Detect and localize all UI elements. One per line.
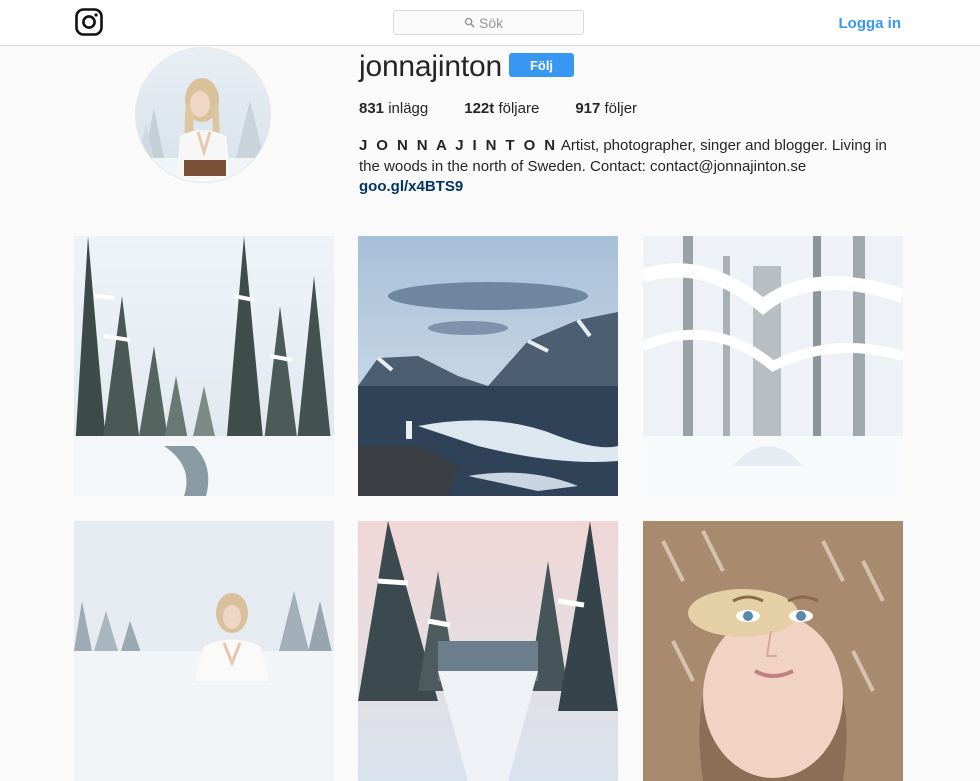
followers-stat[interactable]: 122t följare (464, 100, 539, 117)
posts-label: inlägg (388, 100, 429, 117)
profile-full-name: J O N N A J I N T O N (359, 137, 558, 154)
following-stat[interactable]: 917 följer (575, 100, 637, 117)
followers-label: följare (498, 100, 540, 117)
post-thumbnail[interactable] (358, 236, 618, 496)
follow-button[interactable]: Följ (509, 53, 574, 77)
post-thumbnail[interactable] (643, 521, 903, 781)
following-count: 917 (575, 100, 601, 117)
search-box[interactable] (393, 10, 584, 35)
followers-count: 122t (464, 100, 495, 117)
profile-bio: J O N N A J I N T O N Artist, photograph… (359, 135, 904, 177)
post-thumbnail[interactable] (74, 236, 334, 496)
top-nav: Logga in (0, 0, 980, 46)
profile-website-link[interactable]: goo.gl/x4BTS9 (359, 178, 463, 195)
post-thumbnail[interactable] (74, 521, 334, 781)
following-label: följer (604, 100, 638, 117)
profile-stats: 831 inlägg 122t följare 917 följer (359, 100, 673, 117)
login-link[interactable]: Logga in (839, 15, 902, 32)
posts-stat: 831 inlägg (359, 100, 428, 117)
search-icon (464, 17, 475, 28)
search-input[interactable] (479, 14, 513, 31)
avatar[interactable] (135, 47, 271, 183)
post-thumbnail[interactable] (643, 236, 903, 496)
post-thumbnail[interactable] (358, 521, 618, 781)
instagram-logo-icon[interactable] (75, 8, 103, 36)
profile-username: jonnajinton (359, 50, 502, 83)
posts-count: 831 (359, 100, 385, 117)
